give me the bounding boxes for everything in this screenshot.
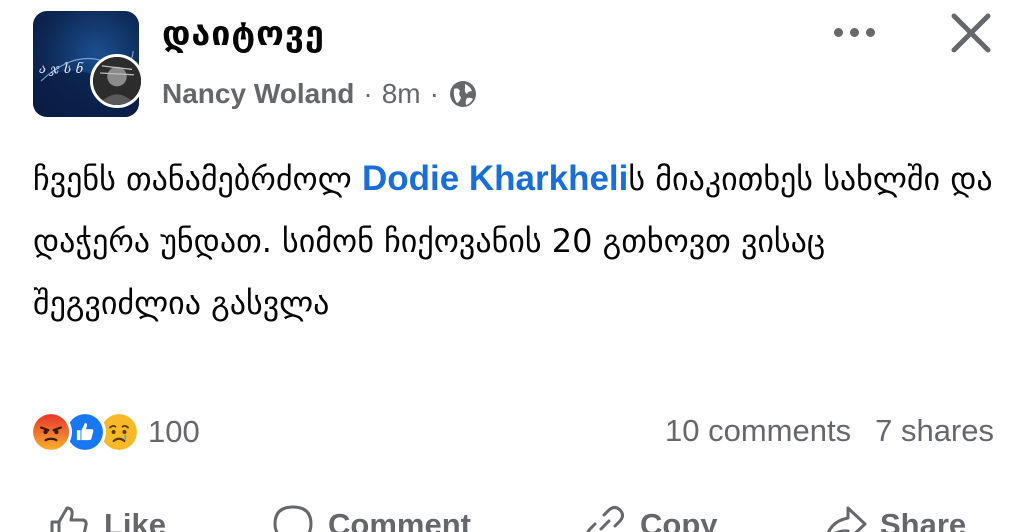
copy-button[interactable]: Copy — [582, 495, 718, 532]
svg-text:ა ჯ ს ნ: ა ჯ ს ნ — [39, 61, 84, 77]
link-icon — [586, 506, 624, 532]
close-button[interactable] — [944, 6, 998, 60]
angry-reaction-icon — [30, 411, 72, 453]
comment-button[interactable]: Comment — [270, 495, 471, 532]
copy-label: Copy — [640, 507, 718, 532]
share-button[interactable]: Share — [822, 495, 966, 532]
author-name[interactable]: Nancy Woland — [162, 78, 354, 110]
share-icon — [826, 506, 867, 532]
post-stats: 100 10 comments 7 shares — [30, 405, 994, 455]
post-meta: Nancy Woland · 8m · — [162, 76, 478, 112]
group-name[interactable]: დაიტოვე — [162, 14, 325, 54]
action-bar: Like Comment Copy Share — [0, 495, 1024, 532]
reaction-count[interactable]: 100 — [148, 414, 200, 450]
more-horizontal-icon — [833, 27, 843, 37]
mention-link[interactable]: Dodie Kharkheli — [362, 159, 628, 198]
post-header: ა ჯ ს ნ დაიტოვე Nancy Woland · 8m · — [0, 0, 1024, 130]
thumbs-up-icon — [50, 506, 88, 532]
reactions-summary[interactable]: 100 — [30, 411, 200, 453]
close-icon — [951, 13, 991, 53]
post-text: ჩვენს თანამებრძოლ Dodie Kharkheliს მიაკი… — [33, 148, 993, 334]
author-avatar[interactable] — [90, 54, 144, 108]
like-label: Like — [104, 507, 167, 532]
engagement-counts: 10 comments 7 shares — [665, 413, 994, 449]
shares-count[interactable]: 7 shares — [875, 413, 994, 449]
share-label: Share — [880, 507, 967, 532]
comments-count[interactable]: 10 comments — [665, 413, 851, 449]
comment-icon — [273, 505, 313, 532]
globe-icon — [448, 79, 478, 109]
meta-separator: · — [363, 78, 373, 109]
comment-label: Comment — [328, 507, 471, 532]
meta-separator: · — [429, 78, 439, 109]
like-button[interactable]: Like — [46, 495, 166, 532]
post-time[interactable]: 8m — [382, 78, 421, 110]
post-text-part: ჩვენს თანამებრძოლ — [33, 160, 362, 198]
more-options-button[interactable] — [826, 14, 882, 50]
